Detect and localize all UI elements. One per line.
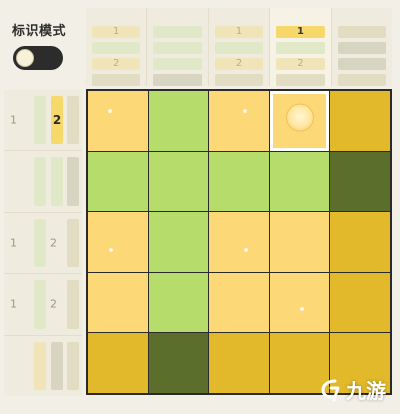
row-clue-3: 1 2 <box>4 211 82 274</box>
clue-bar <box>34 157 46 206</box>
watermark-text: 九游 <box>346 379 386 403</box>
mode-label: 标识模式 <box>12 24 67 39</box>
clue-number <box>153 26 202 38</box>
sparkle-icon <box>243 109 248 113</box>
clue-bar <box>51 157 63 206</box>
clue-number: 1 <box>92 26 141 38</box>
board-cell[interactable] <box>269 212 330 272</box>
board-cell[interactable] <box>269 272 330 333</box>
column-clue-1: 1 2 <box>86 8 147 86</box>
row-clue-2 <box>4 150 82 212</box>
clue-number <box>337 74 387 86</box>
clue-bar <box>67 341 79 391</box>
clue-number: 2 <box>92 58 141 70</box>
board-cell[interactable] <box>148 91 209 151</box>
clue-number-active: 2 <box>51 96 63 145</box>
watermark: 九游 <box>320 375 386 404</box>
board-cell[interactable] <box>88 212 148 272</box>
row-clues: 1 2 1 2 1 2 <box>4 90 82 397</box>
clue-number <box>153 58 202 70</box>
jiuyou-logo-icon <box>321 379 340 401</box>
column-clue-4: 1 2 <box>269 8 331 86</box>
column-clue-3: 1 2 <box>207 8 270 86</box>
board-cell[interactable] <box>209 212 269 272</box>
clue-number-active: 1 <box>276 26 325 38</box>
board-cell[interactable] <box>148 151 209 212</box>
clue-number: 1 <box>10 113 17 127</box>
clue-number <box>337 42 387 54</box>
board-cell[interactable] <box>330 272 390 333</box>
board-cell[interactable] <box>88 272 148 333</box>
clue-number <box>214 42 264 54</box>
puzzle-board <box>86 89 392 395</box>
light-orb-icon <box>285 103 314 132</box>
sparkle-icon <box>299 306 304 311</box>
mode-toggle[interactable] <box>13 46 63 70</box>
board-cell[interactable] <box>209 333 269 393</box>
board-cell[interactable] <box>88 333 148 393</box>
clue-bar <box>34 96 46 145</box>
clue-number: 2 <box>50 236 57 250</box>
row-clue-1: 1 2 <box>4 90 82 151</box>
row-clue-4: 1 2 <box>4 273 82 335</box>
column-clue-2 <box>146 8 208 86</box>
sparkle-icon <box>108 109 112 113</box>
clue-number <box>153 74 202 86</box>
clue-number <box>153 42 202 54</box>
board-cell[interactable] <box>330 151 390 212</box>
clue-number: 2 <box>50 297 57 311</box>
clue-number: 1 <box>10 236 17 250</box>
board-cell[interactable] <box>148 333 209 393</box>
board-cell[interactable] <box>209 91 269 151</box>
clue-bar <box>67 96 79 145</box>
sparkle-icon <box>109 248 113 253</box>
row-clue-5 <box>4 334 82 397</box>
column-clues: 1 2 1 2 1 2 <box>86 8 393 86</box>
clue-bar <box>67 157 79 206</box>
sparkle-icon <box>244 248 249 253</box>
game-screen: 标识模式 1 2 1 2 1 2 1 2 1 2 1 2 九游 <box>0 0 400 414</box>
clue-number: 1 <box>10 297 17 311</box>
board-cell[interactable] <box>88 91 148 151</box>
clue-number <box>92 74 141 86</box>
toggle-knob <box>16 49 34 67</box>
clue-bar <box>67 280 79 329</box>
column-clue-5 <box>330 8 393 86</box>
board-cell[interactable] <box>148 272 209 333</box>
clue-bar <box>34 218 46 268</box>
clue-number <box>337 58 387 70</box>
clue-number <box>276 74 325 86</box>
board-cell[interactable] <box>330 212 390 272</box>
board-cell[interactable] <box>209 272 269 333</box>
clue-number <box>337 26 387 38</box>
board-cell[interactable] <box>330 91 390 151</box>
clue-number <box>276 42 325 54</box>
board-cell-selected[interactable] <box>269 91 330 151</box>
clue-number: 2 <box>276 58 325 70</box>
clue-bar <box>67 218 79 268</box>
clue-bar <box>34 280 46 329</box>
board-cell[interactable] <box>209 151 269 212</box>
clue-bar <box>51 341 63 391</box>
clue-number: 2 <box>214 58 264 70</box>
board-cell[interactable] <box>88 151 148 212</box>
board-cell[interactable] <box>148 212 209 272</box>
board-cell[interactable] <box>269 151 330 212</box>
clue-number <box>92 42 141 54</box>
clue-number: 1 <box>214 26 264 38</box>
clue-number <box>214 74 264 86</box>
clue-bar <box>34 341 46 391</box>
